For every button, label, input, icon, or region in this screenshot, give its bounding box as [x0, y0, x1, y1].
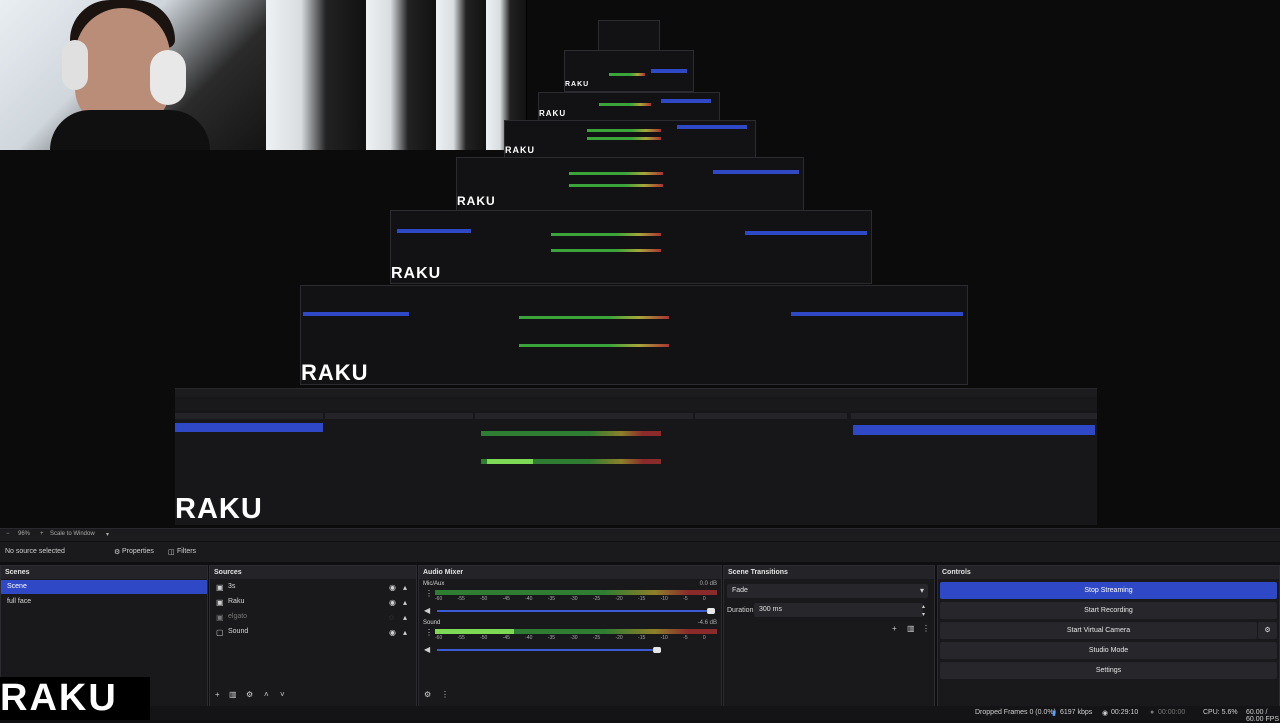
- volume-meter: [435, 590, 717, 595]
- signal-icon: ▮: [1052, 710, 1056, 717]
- volume-meter-level: [435, 629, 514, 634]
- scene-item[interactable]: Scene: [1, 580, 207, 594]
- lock-icon[interactable]: ▴: [403, 583, 407, 593]
- more-vertical-icon[interactable]: ⋮: [425, 589, 433, 599]
- lock-icon[interactable]: ▴: [403, 598, 407, 608]
- channel-db: -4.6 dB: [697, 620, 717, 626]
- nested-preview-4: RAKU: [538, 92, 720, 122]
- properties-button[interactable]: Properties: [122, 548, 154, 555]
- recursive-webcam-3: [436, 0, 487, 150]
- lock-icon[interactable]: ▴: [403, 613, 407, 623]
- eye-icon[interactable]: ◉: [389, 628, 396, 638]
- stop-streaming-button[interactable]: Stop Streaming: [940, 582, 1277, 599]
- nested-preview-6: [598, 20, 660, 52]
- controls-dock: Controls Stop Streaming Start Recording …: [937, 565, 1280, 707]
- more-vertical-icon[interactable]: ⋮: [922, 624, 930, 634]
- volume-slider-handle[interactable]: [653, 647, 661, 653]
- zoom-in-icon[interactable]: +: [40, 531, 44, 537]
- volume-slider-handle[interactable]: [707, 608, 715, 614]
- sources-dock: Sources ▣ 3s ◉ ▴ ▣ Raku ◉ ▴ ▣ elgato ◌ ▴…: [209, 565, 417, 707]
- nested-preview-2: RAKU: [456, 157, 804, 211]
- gear-icon: ⚙: [1264, 627, 1271, 634]
- gear-icon[interactable]: ⚙: [246, 690, 253, 700]
- zoom-bar: − 96% + Scale to Window ▾: [0, 528, 1280, 541]
- nested-preview-5: RAKU: [564, 50, 694, 92]
- start-recording-button[interactable]: Start Recording: [940, 602, 1277, 619]
- trash-icon[interactable]: ▥: [907, 624, 915, 634]
- channel-name: Mic/Aux: [423, 581, 445, 587]
- nested-preview-0: RAKU: [300, 285, 968, 385]
- raku-logo: RAKU: [0, 677, 150, 720]
- source-item[interactable]: Sound: [222, 625, 416, 639]
- chevron-down-icon: ▾: [106, 532, 110, 538]
- add-icon[interactable]: +: [892, 624, 897, 634]
- fps: 60.00 / 60.00 FPS: [1246, 709, 1280, 723]
- channel-name: Sound: [423, 620, 441, 626]
- studio-mode-button[interactable]: Studio Mode: [940, 642, 1277, 659]
- duration-input[interactable]: 300 ms: [754, 603, 923, 617]
- preview-canvas[interactable]: RAKU RAKU RAKU RAKU RAKU RAKU RAKU: [0, 0, 1280, 528]
- speaker-icon[interactable]: ◀: [424, 645, 430, 655]
- recursive-webcam-1: [266, 0, 367, 150]
- sources-title: Sources: [210, 566, 416, 579]
- zoom-level: 96%: [18, 531, 31, 537]
- stream-time: 00:29:10: [1111, 709, 1139, 716]
- speaker-icon[interactable]: ◀: [424, 606, 430, 616]
- more-vertical-icon[interactable]: ⋮: [425, 628, 433, 638]
- channel-db: 0.0 dB: [699, 581, 717, 587]
- audio-mixer-title: Audio Mixer: [419, 566, 721, 579]
- record-time: 00:00:00: [1158, 709, 1186, 716]
- filter-icon: ◫: [168, 549, 175, 556]
- more-vertical-icon[interactable]: ⋮: [441, 690, 449, 700]
- dropped-frames: Dropped Frames 0 (0.0%): [975, 709, 1056, 716]
- controls-title: Controls: [938, 566, 1279, 579]
- arrow-up-icon[interactable]: ˄: [264, 690, 269, 700]
- nested-preview-1: RAKU: [390, 210, 872, 284]
- recursive-webcam-2: [366, 0, 437, 150]
- scene-transitions-dock: Scene Transitions Fade ▾ Duration 300 ms…: [723, 565, 935, 707]
- properties-bar: No source selected ⚙ Properties ◫ Filter…: [0, 542, 1280, 562]
- source-item[interactable]: elgato: [222, 610, 416, 624]
- webcam-feed: [0, 0, 266, 150]
- audio-mixer-dock: Audio Mixer Mic/Aux 0.0 dB ⋮ -60 -55 -50…: [418, 565, 722, 707]
- start-virtual-camera-button[interactable]: Start Virtual Camera: [940, 622, 1257, 639]
- zoom-out-icon[interactable]: −: [6, 531, 10, 537]
- arrow-down-icon[interactable]: ˅: [280, 690, 285, 700]
- eye-off-icon[interactable]: ◌: [389, 613, 394, 623]
- bitrate: 6197 kbps: [1060, 709, 1093, 716]
- scene-item[interactable]: full face: [1, 595, 207, 609]
- gear-icon: ⚙: [114, 549, 121, 556]
- transition-select[interactable]: Fade: [727, 584, 928, 598]
- volume-slider[interactable]: [437, 649, 657, 651]
- nested-obs-ui: RAKU: [175, 388, 1097, 525]
- source-item[interactable]: 3s: [222, 580, 416, 594]
- settings-button[interactable]: Settings: [940, 662, 1277, 679]
- scene-transitions-title: Scene Transitions: [724, 566, 934, 579]
- volume-slider[interactable]: [437, 610, 711, 612]
- stream-icon: ◉: [1102, 710, 1109, 717]
- scenes-title: Scenes: [1, 566, 207, 579]
- zoom-mode-select[interactable]: Scale to Window: [50, 531, 95, 537]
- eye-icon[interactable]: ◉: [389, 583, 396, 593]
- nested-preview-3: RAKU: [504, 120, 756, 158]
- status-bar: Dropped Frames 0 (0.0%) ▮ 6197 kbps ◉ 00…: [0, 706, 1280, 723]
- duration-label: Duration: [727, 607, 754, 614]
- chevron-down-icon[interactable]: ▾: [922, 610, 925, 620]
- lock-icon[interactable]: ▴: [403, 628, 407, 638]
- source-item[interactable]: Raku: [222, 595, 416, 609]
- trash-icon[interactable]: ▥: [229, 690, 237, 700]
- gear-icon[interactable]: ⚙: [424, 690, 431, 700]
- record-icon: ●: [1150, 709, 1155, 716]
- chevron-down-icon: ▾: [920, 586, 925, 595]
- eye-icon[interactable]: ◉: [389, 598, 396, 608]
- selection-label: No source selected: [5, 548, 65, 555]
- filters-button[interactable]: Filters: [177, 548, 196, 555]
- virtual-camera-settings-button[interactable]: ⚙: [1258, 622, 1277, 639]
- cpu-usage: CPU: 5.6%: [1203, 709, 1238, 716]
- add-icon[interactable]: +: [215, 690, 220, 700]
